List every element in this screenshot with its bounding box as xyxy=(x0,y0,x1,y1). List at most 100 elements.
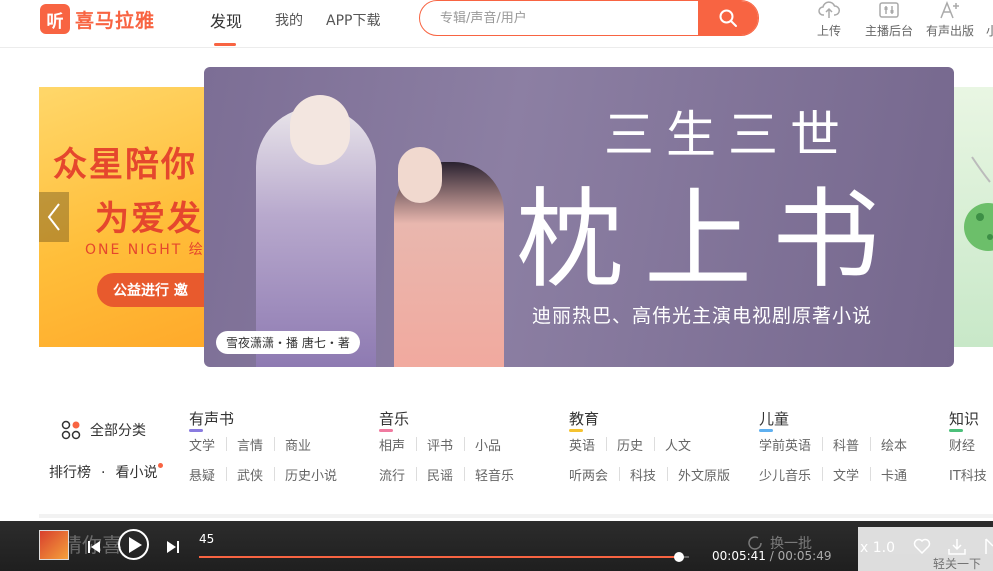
category-color-bar xyxy=(759,429,773,432)
category-color-bar xyxy=(379,429,393,432)
audio-publishing-button[interactable]: 有声出版 xyxy=(925,0,975,39)
previous-track-button[interactable] xyxy=(88,538,100,557)
next-track-button[interactable] xyxy=(167,538,179,557)
download-button[interactable] xyxy=(948,538,966,559)
track-cover[interactable] xyxy=(39,530,69,560)
category-sub-link[interactable]: 悬疑 xyxy=(189,465,215,484)
playback-speed-button[interactable]: x 1.0 xyxy=(860,540,895,556)
logo-mark: 听 xyxy=(40,4,70,34)
header-tool-cut[interactable]: 小 xyxy=(985,22,993,39)
nav-mine[interactable]: 我的 xyxy=(275,10,303,30)
favorite-button[interactable] xyxy=(913,538,931,558)
category-separator xyxy=(464,467,465,481)
category-sub-row: 学前英语 科普 绘本 xyxy=(759,435,939,465)
category-sub-link[interactable]: 少儿音乐 xyxy=(759,465,811,484)
nav-discover[interactable]: 发现 xyxy=(210,8,242,32)
category-color-bar xyxy=(189,429,203,432)
category-heading[interactable]: 教育 xyxy=(569,408,599,432)
category-heading[interactable]: 知识 xyxy=(949,408,979,432)
category-sub-link[interactable]: 财经 xyxy=(949,435,975,454)
virus-illustration xyxy=(964,156,993,251)
skip-back-icon xyxy=(88,541,100,553)
carousel-main-banner[interactable]: 三生三世 枕上书 迪丽热巴、高伟光主演电视剧原著小说 雪夜潇潇・播 唐七・著 xyxy=(204,67,954,367)
category-sub-link[interactable]: 外文原版 xyxy=(678,465,730,484)
track-title: 45 xyxy=(199,532,215,546)
prev-slide-line2: 为爱发 xyxy=(95,199,203,239)
novels-label: 看小说 xyxy=(115,465,158,481)
category-sub-link[interactable]: 评书 xyxy=(427,435,453,454)
logo-text: 喜马拉雅 xyxy=(75,9,156,32)
category-heading[interactable]: 有声书 xyxy=(189,408,235,432)
category-separator xyxy=(619,467,620,481)
prev-slide-button: 公益进行 邀 xyxy=(97,273,219,307)
category-separator xyxy=(654,437,655,451)
upload-cloud-icon xyxy=(818,1,840,18)
category-sub-row: IT科技 xyxy=(949,465,993,495)
category-sub-link[interactable]: 人文 xyxy=(665,435,691,454)
category-sub-row: 少儿音乐 文学 卡通 xyxy=(759,465,939,495)
category-sub-link[interactable]: 绘本 xyxy=(881,435,907,454)
all-categories-link[interactable]: 全部分类 xyxy=(61,420,146,440)
category-sub-link[interactable]: 流行 xyxy=(379,465,405,484)
category-color-bar xyxy=(569,429,583,432)
category-separator xyxy=(870,437,871,451)
category-separator xyxy=(464,437,465,451)
upload-label: 上传 xyxy=(816,24,841,38)
chevron-left-icon xyxy=(47,203,60,231)
category-sub-link[interactable]: 科技 xyxy=(630,465,656,484)
category-sub-link[interactable]: 英语 xyxy=(569,435,595,454)
category-sub-row: 流行 民谣 轻音乐 xyxy=(379,465,559,495)
anchor-backend-button[interactable]: 主播后台 xyxy=(864,0,914,39)
page: 听 喜马拉雅 发现 我的 APP下载 上传 xyxy=(0,0,993,571)
category-separator xyxy=(606,437,607,451)
ranking-link[interactable]: 排行榜 xyxy=(49,465,91,481)
prev-slide-line3: ONE NIGHT 绘 xyxy=(85,242,205,258)
banner-figure-male-head xyxy=(290,95,350,165)
search-button[interactable] xyxy=(698,1,758,35)
category-sub-link[interactable]: 商业 xyxy=(285,435,311,454)
category-sub-link[interactable]: 听两会 xyxy=(569,465,608,484)
progress-fill xyxy=(199,556,680,558)
more-button[interactable] xyxy=(984,538,993,559)
novels-link[interactable]: 看小说 xyxy=(115,463,164,481)
logo[interactable]: 听 喜马拉雅 xyxy=(40,4,155,34)
time-display: 00:05:41 / 00:05:49 xyxy=(712,549,832,563)
nav-app-download[interactable]: APP下载 xyxy=(326,10,380,30)
progress-track[interactable] xyxy=(199,552,689,562)
play-button[interactable] xyxy=(118,529,149,560)
category-sub-link[interactable]: 文学 xyxy=(833,465,859,484)
category-sub-row: 英语 历史 人文 xyxy=(569,435,749,465)
category-sub-link[interactable]: 言情 xyxy=(237,435,263,454)
category-heading[interactable]: 儿童 xyxy=(759,408,789,432)
category-sub-link[interactable]: 轻音乐 xyxy=(475,465,514,484)
top-header: 听 喜马拉雅 发现 我的 APP下载 上传 xyxy=(0,0,993,48)
category-heading-label: 有声书 xyxy=(189,410,235,428)
category-sub-row: 悬疑 武侠 历史小说 xyxy=(189,465,369,495)
category-sub-link[interactable]: 小品 xyxy=(475,435,501,454)
search-input[interactable] xyxy=(420,1,700,35)
category-sub-link[interactable]: 相声 xyxy=(379,435,405,454)
category-heading-label: 音乐 xyxy=(379,410,410,428)
skip-forward-icon xyxy=(167,541,179,553)
category-sub-link[interactable]: IT科技 xyxy=(949,465,987,484)
category-sub-link[interactable]: 学前英语 xyxy=(759,435,811,454)
progress-handle[interactable] xyxy=(674,552,685,562)
category-sub-link[interactable]: 历史 xyxy=(617,435,643,454)
category-sub-link[interactable]: 文学 xyxy=(189,435,215,454)
upload-button[interactable]: 上传 xyxy=(815,0,843,39)
category-sub-link[interactable]: 科普 xyxy=(833,435,859,454)
category-separator xyxy=(822,437,823,451)
new-badge-dot xyxy=(158,463,164,468)
category-sub-link[interactable]: 卡通 xyxy=(881,465,907,484)
mixer-icon xyxy=(879,2,899,18)
category-sub-link[interactable]: 武侠 xyxy=(237,465,263,484)
category-heading[interactable]: 音乐 xyxy=(379,408,410,432)
carousel-next-slide[interactable] xyxy=(952,87,993,347)
audio-publishing-label: 有声出版 xyxy=(925,24,974,38)
prev-slide-line1: 众星陪你 xyxy=(53,145,197,185)
carousel-prev-button[interactable] xyxy=(39,192,69,242)
category-sub-link[interactable]: 民谣 xyxy=(427,465,453,484)
category-sub-link[interactable]: 历史小说 xyxy=(285,465,337,484)
category-sub-row: 财经 xyxy=(949,435,993,465)
category-sub-row: 相声 评书 小品 xyxy=(379,435,559,465)
